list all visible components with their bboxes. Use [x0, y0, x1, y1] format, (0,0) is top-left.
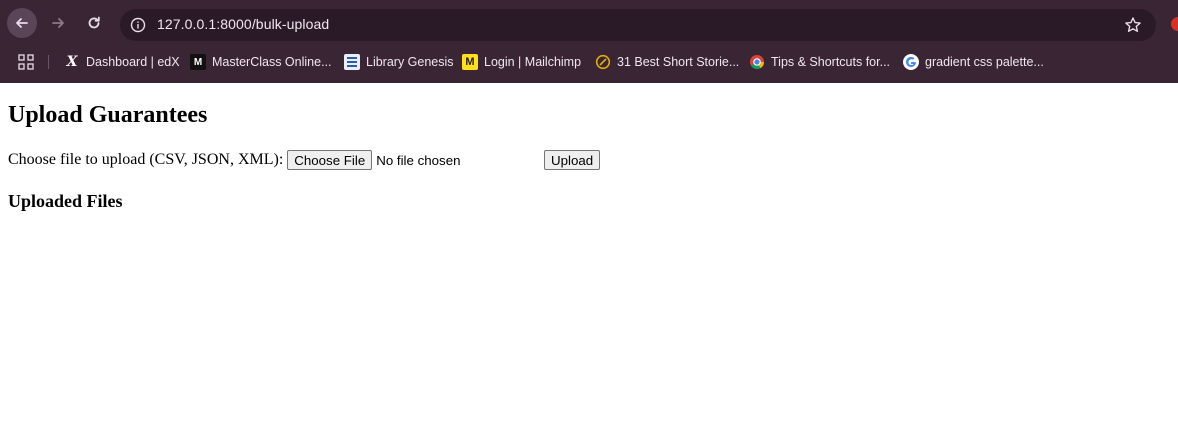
google-icon	[903, 54, 919, 70]
uploaded-files-heading: Uploaded Files	[8, 191, 123, 211]
bookmarks-separator	[48, 55, 49, 69]
bookmark-label: 31 Best Short Storie...	[617, 55, 740, 69]
library-genesis-icon	[344, 54, 360, 70]
bookmark-edx[interactable]: X Dashboard | edX	[64, 53, 180, 71]
browser-chrome: 127.0.0.1:8000/bulk-upload X Dashboard |…	[0, 0, 1178, 83]
bookmark-label: Library Genesis	[366, 55, 454, 69]
bookmarks-bar: X Dashboard | edX M MasterClass Online..…	[0, 48, 1178, 76]
forward-button[interactable]	[43, 8, 73, 38]
bookmark-gradient-css[interactable]: gradient css palette...	[903, 53, 1044, 71]
edx-icon: X	[66, 54, 78, 70]
bookmark-label: MasterClass Online...	[212, 55, 332, 69]
short-stories-icon	[595, 54, 611, 70]
apps-grid-icon[interactable]	[18, 54, 34, 70]
url-text: 127.0.0.1:8000/bulk-upload	[157, 16, 330, 32]
bookmark-label: gradient css palette...	[925, 55, 1044, 69]
no-file-status: No file chosen	[376, 152, 461, 168]
bookmark-label: Login | Mailchimp	[484, 55, 582, 69]
chrome-icon	[749, 54, 765, 70]
browser-toolbar: 127.0.0.1:8000/bulk-upload	[0, 0, 1178, 48]
arrow-right-icon	[52, 18, 64, 28]
upload-button[interactable]: Upload	[544, 150, 601, 170]
back-button[interactable]	[7, 8, 37, 38]
file-input-label: Choose file to upload (CSV, JSON, XML):	[8, 151, 284, 168]
page-title: Upload Guarantees	[8, 102, 208, 128]
mailchimp-icon: M	[462, 54, 478, 70]
bookmark-star-icon[interactable]	[1124, 16, 1142, 34]
bookmark-label: Tips & Shortcuts for...	[771, 55, 891, 69]
reload-icon	[88, 16, 100, 29]
masterclass-icon: M	[190, 54, 206, 70]
bookmark-tips-shortcuts[interactable]: Tips & Shortcuts for...	[749, 53, 890, 71]
bookmark-mailchimp[interactable]: M Login | Mailchimp	[462, 53, 581, 71]
choose-file-button[interactable]: Choose File	[287, 150, 373, 170]
bookmark-libgen[interactable]: Library Genesis	[344, 53, 454, 71]
bookmark-label: Dashboard | edX	[86, 55, 180, 69]
reload-button[interactable]	[79, 8, 109, 38]
upload-form-row: Choose file to upload (CSV, JSON, XML): …	[8, 150, 460, 170]
site-info-icon[interactable]	[129, 16, 147, 34]
address-bar[interactable]: 127.0.0.1:8000/bulk-upload	[120, 9, 1156, 41]
bookmark-masterclass[interactable]: M MasterClass Online...	[190, 53, 331, 71]
bookmark-short-stories[interactable]: 31 Best Short Storie...	[595, 53, 739, 71]
profile-indicator[interactable]	[1171, 17, 1178, 31]
arrow-left-icon	[16, 18, 28, 28]
